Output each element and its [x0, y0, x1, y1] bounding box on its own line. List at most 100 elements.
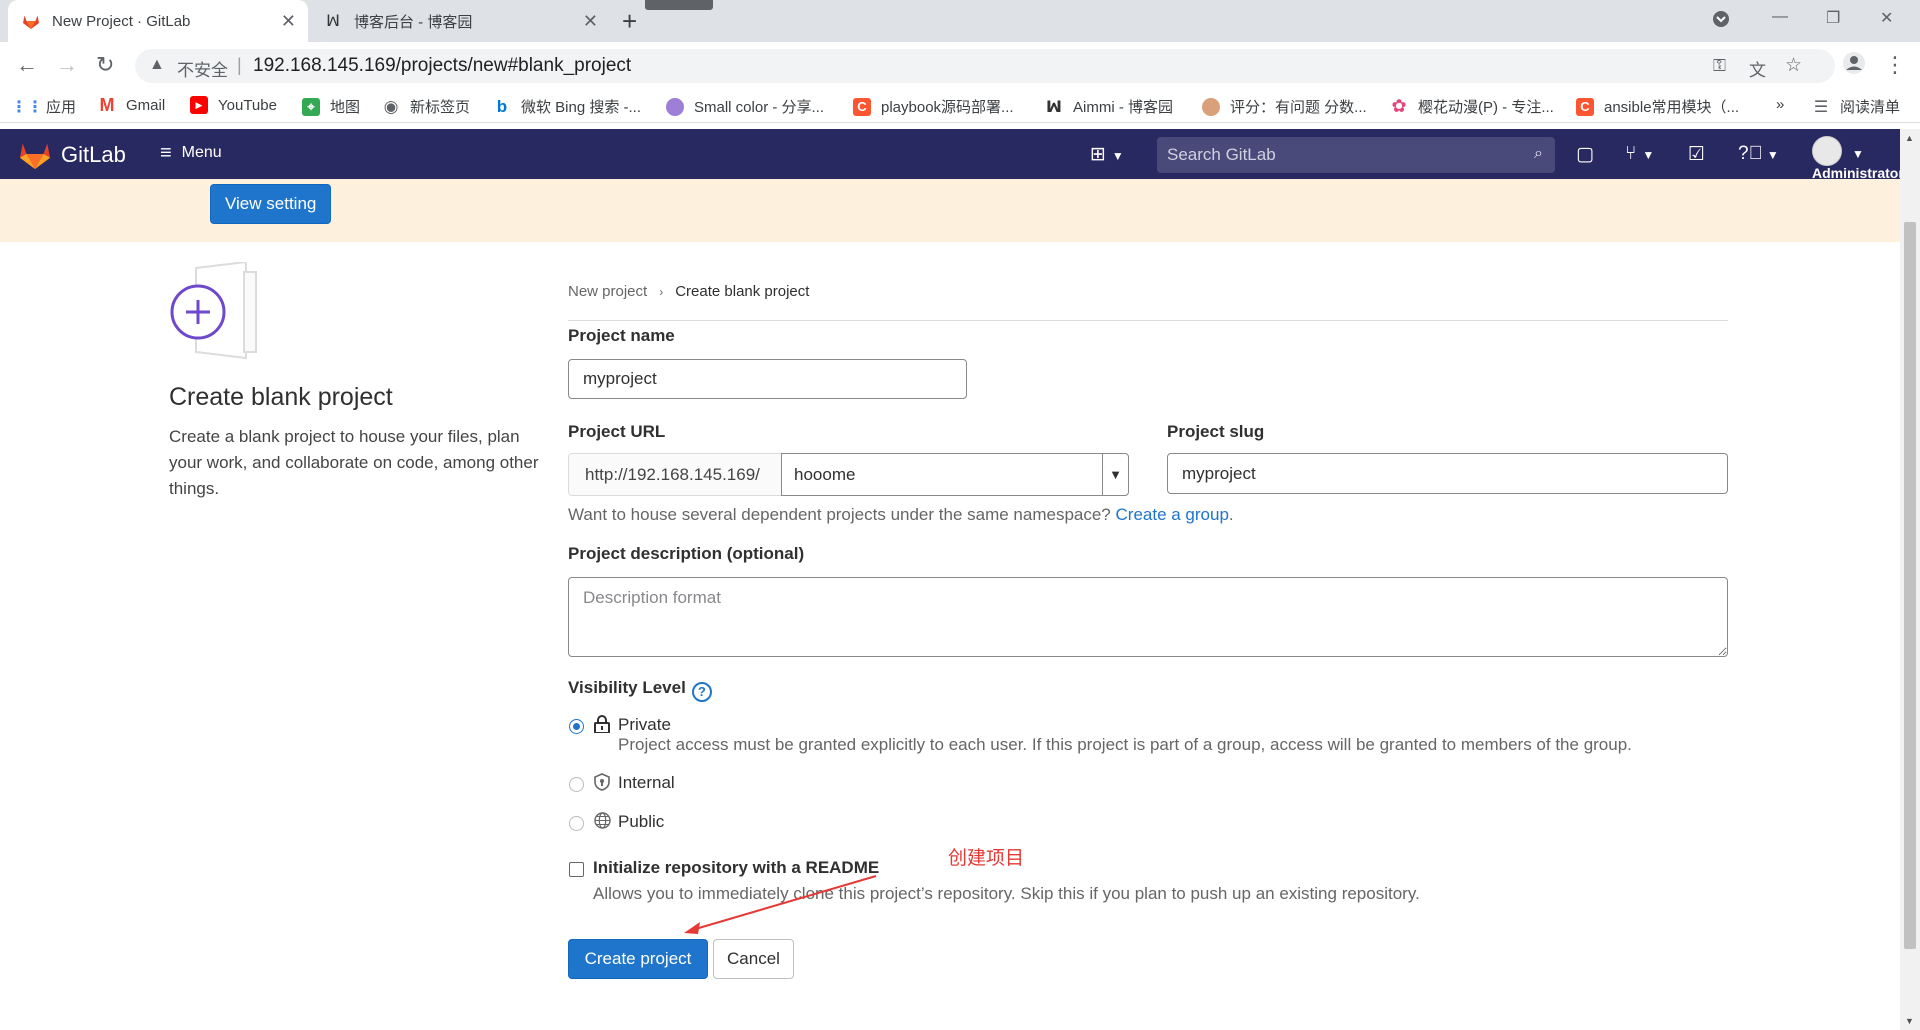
scroll-up-icon[interactable]: ▲: [1905, 133, 1914, 143]
search-input[interactable]: [1157, 137, 1555, 173]
visibility-internal-radio[interactable]: [569, 777, 584, 792]
browser-tab-gitlab[interactable]: New Project · GitLab ✕: [8, 0, 308, 42]
bookmark-sakura[interactable]: ✿ 樱花动漫(P) - 专注...: [1390, 96, 1553, 117]
minimize-icon[interactable]: —: [1772, 8, 1788, 26]
description-textarea[interactable]: [568, 577, 1728, 657]
visibility-internal-label[interactable]: Internal: [618, 773, 675, 793]
cancel-button[interactable]: Cancel: [713, 939, 794, 979]
reading-list-icon: ☰: [1813, 98, 1829, 116]
help-icon: ?⃝: [1738, 143, 1763, 164]
scroll-down-icon[interactable]: ▼: [1905, 1016, 1914, 1026]
sakura-icon: ✿: [1391, 96, 1407, 116]
merge-request-icon: ⑂: [1625, 143, 1637, 164]
namespace-select[interactable]: hooome ▼: [781, 453, 1129, 496]
visibility-public-label[interactable]: Public: [618, 812, 664, 832]
browser-tab-title: 博客后台 - 博客园: [354, 13, 473, 31]
merge-requests-dropdown[interactable]: ⑂ ▼: [1625, 143, 1654, 165]
tab-close-icon[interactable]: ✕: [583, 12, 598, 30]
gitlab-logo-icon[interactable]: [18, 138, 52, 170]
browser-tab-cnblogs[interactable]: ꟽ 博客后台 - 博客园 ✕: [310, 0, 610, 42]
view-setting-button[interactable]: View setting: [210, 184, 332, 224]
lock-icon: [594, 715, 610, 737]
visibility-private-radio[interactable]: [569, 719, 584, 734]
reload-icon[interactable]: ↻: [96, 52, 114, 78]
csdn-icon: C: [1576, 97, 1594, 116]
globe-icon: ◉: [383, 96, 399, 116]
menu-button[interactable]: ≡ Menu: [160, 142, 222, 164]
tab-search-icon[interactable]: [1712, 10, 1730, 33]
gitlab-brand[interactable]: GitLab: [61, 142, 126, 168]
scroll-thumb[interactable]: [1904, 222, 1916, 949]
bookmark-maps[interactable]: ⌖ 地图: [302, 96, 360, 117]
browser-menu-icon[interactable]: ⋮: [1884, 52, 1906, 78]
reading-list[interactable]: ☰ 阅读清单: [1812, 96, 1900, 117]
bookmark-label: 地图: [330, 99, 361, 116]
new-item-dropdown[interactable]: ⊞ ▼: [1090, 143, 1124, 166]
security-label[interactable]: 不安全: [177, 56, 228, 81]
project-name-label: Project name: [568, 326, 675, 345]
chevron-down-icon[interactable]: ▼: [1102, 454, 1128, 495]
visibility-private-label[interactable]: Private: [618, 715, 671, 735]
bookmarks-more[interactable]: »: [1776, 96, 1784, 113]
youtube-icon: ▶: [190, 96, 208, 114]
chevron-down-icon[interactable]: ▼: [1852, 147, 1864, 161]
todos-icon[interactable]: ☑: [1688, 143, 1705, 166]
browser-tab-title: New Project · GitLab: [52, 12, 191, 30]
browser-tab-bar: New Project · GitLab ✕ ꟽ 博客后台 - 博客园 ✕ + …: [0, 0, 1920, 42]
project-slug-input[interactable]: [1167, 453, 1728, 494]
bookmark-score[interactable]: 评分：有问题 分数...: [1202, 96, 1367, 117]
address-bar[interactable]: ▲ 不安全 | 192.168.145.169/projects/new#bla…: [135, 49, 1835, 83]
warning-icon[interactable]: ▲: [149, 56, 165, 74]
question-circle-icon[interactable]: ?: [691, 681, 712, 702]
window-close-icon[interactable]: ✕: [1880, 8, 1893, 28]
bookmark-label: Gmail: [126, 96, 166, 114]
tab-close-icon[interactable]: ✕: [281, 12, 296, 30]
address-separator: |: [237, 55, 242, 75]
bookmark-star-icon[interactable]: ☆: [1785, 54, 1802, 77]
project-url-prefix: http://192.168.145.169/: [568, 453, 781, 496]
help-dropdown[interactable]: ?⃝ ▼: [1738, 143, 1779, 165]
bookmark-label: Aimmi - 博客园: [1073, 99, 1173, 116]
new-tab-icon[interactable]: +: [622, 6, 637, 36]
site-icon: [1202, 97, 1220, 116]
bookmark-gmail[interactable]: M Gmail: [98, 95, 166, 115]
hamburger-icon: ≡: [160, 142, 172, 164]
forward-icon[interactable]: →: [56, 52, 78, 78]
readme-checkbox[interactable]: [569, 862, 584, 877]
bookmark-youtube[interactable]: ▶ YouTube: [190, 96, 277, 114]
namespace-help-text: Want to house several dependent projects…: [568, 505, 1116, 524]
bookmark-playbook[interactable]: C playbook源码部署...: [853, 96, 1014, 117]
bookmark-smallcolor[interactable]: Small color - 分享...: [666, 96, 824, 117]
browser-toolbar: ← → ↻ ▲ 不安全 | 192.168.145.169/projects/n…: [0, 42, 1920, 89]
apps-grid-icon: ⋮⋮: [11, 98, 43, 116]
address-url[interactable]: 192.168.145.169/projects/new#blank_proje…: [253, 55, 631, 77]
tab-strip-indicator: [645, 0, 713, 10]
bookmark-aimmi[interactable]: ꟽ Aimmi - 博客园: [1045, 96, 1173, 117]
bookmarks-bar: ⋮⋮ 应用 M Gmail ▶ YouTube ⌖ 地图 ◉ 新标签页 b 微软…: [0, 89, 1920, 123]
bookmark-newtab[interactable]: ◉ 新标签页: [382, 96, 470, 117]
search-box[interactable]: ⌕: [1157, 137, 1555, 173]
bookmark-bing[interactable]: b 微软 Bing 搜索 -...: [493, 96, 641, 117]
blank-project-illustration-icon: [170, 262, 257, 360]
bookmark-ansible[interactable]: C ansible常用模块（...: [1576, 96, 1739, 117]
bookmark-apps[interactable]: ⋮⋮ 应用: [11, 96, 77, 117]
bookmark-label: 应用: [46, 99, 77, 116]
breadcrumb-new-project[interactable]: New project: [568, 283, 647, 300]
translate-icon[interactable]: 文: [1749, 56, 1766, 81]
panel-description: Create a blank project to house your fil…: [169, 427, 539, 498]
project-name-input[interactable]: [568, 359, 967, 399]
visibility-public-radio[interactable]: [569, 816, 584, 831]
restore-icon[interactable]: ❐: [1826, 8, 1840, 28]
key-icon[interactable]: ⚿: [1713, 56, 1726, 76]
visibility-label-text: Visibility Level: [568, 678, 686, 697]
avatar[interactable]: [1812, 136, 1842, 166]
back-icon[interactable]: ←: [16, 52, 38, 78]
bing-icon: b: [496, 96, 508, 116]
page-scrollbar[interactable]: ▲ ▼: [1900, 129, 1920, 1030]
create-project-button[interactable]: Create project: [568, 939, 708, 979]
profile-icon[interactable]: [1842, 51, 1866, 81]
create-group-link[interactable]: Create a group: [1116, 505, 1229, 524]
bookmark-label: 微软 Bing 搜索 -...: [521, 99, 642, 116]
annotation-label: 创建项目: [948, 848, 1025, 869]
issues-icon[interactable]: ▢: [1576, 143, 1594, 166]
